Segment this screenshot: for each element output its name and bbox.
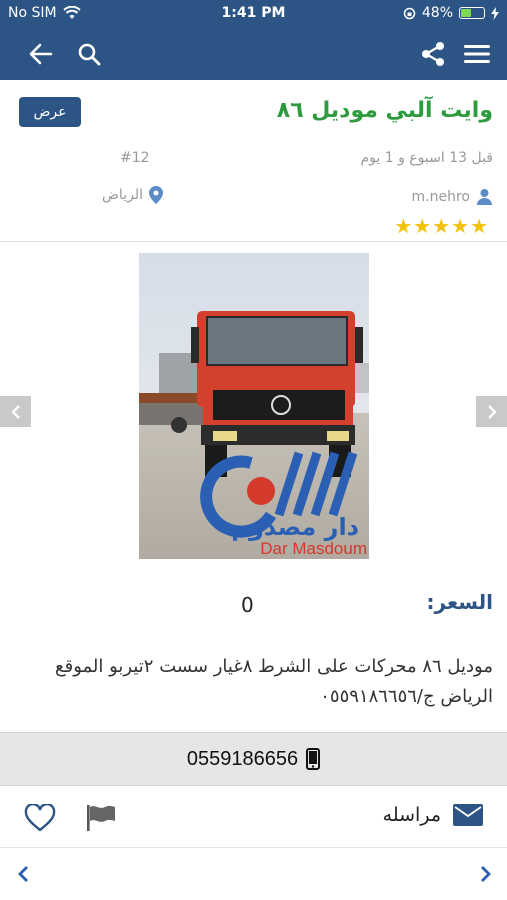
watermark-latin-text: Dar Masdoum <box>260 539 367 558</box>
posted-time: قبل 13 اسبوع و 1 يوم <box>360 150 493 166</box>
gallery-prev-button[interactable] <box>0 396 31 427</box>
watermark-brand-text: دار مصدوم <box>231 513 359 541</box>
offer-badge: عرض <box>19 97 81 127</box>
username: m.nehro <box>411 188 470 205</box>
chevron-right-icon <box>487 404 497 419</box>
message-label: مراسله <box>382 804 441 826</box>
description-line: الرياض ج/٠٥٥٩١٨٦٦٥٦ <box>320 686 493 707</box>
orientation-lock-icon <box>403 7 416 19</box>
location-pin-icon <box>148 186 163 204</box>
nav-bar <box>0 28 507 80</box>
description-line: موديل ٨٦ محركات على الشرط ٨غيار سست ٢تير… <box>55 656 493 677</box>
location-label: الرياض <box>102 187 143 203</box>
previous-listing-button[interactable] <box>10 860 36 888</box>
chevron-left-icon <box>10 404 20 419</box>
phone-number: 0559186656 <box>186 747 299 770</box>
back-button[interactable] <box>23 36 59 72</box>
user-icon <box>477 189 492 205</box>
listing-description: موديل ٨٦ محركات على الشرط ٨غيار سست ٢تير… <box>33 652 493 712</box>
charging-bolt-icon <box>491 6 499 20</box>
menu-button[interactable] <box>459 36 495 72</box>
favorite-button[interactable] <box>24 802 58 834</box>
arrow-left-icon <box>29 43 53 65</box>
mobile-phone-icon <box>306 748 321 770</box>
call-button[interactable]: 0559186656 <box>0 732 507 786</box>
heart-icon <box>24 802 56 832</box>
battery-percent: 48% <box>421 5 453 21</box>
battery-icon <box>459 7 485 19</box>
gallery-next-button[interactable] <box>476 396 507 427</box>
status-right: 48% <box>403 5 499 21</box>
price-value: 0 <box>241 593 254 617</box>
next-listing-button[interactable] <box>473 860 499 888</box>
listing-photo[interactable]: دار مصدوم Dar Masdoum <box>139 253 369 559</box>
status-bar: No SIM 1:41 PM 48% <box>0 0 507 28</box>
flag-icon <box>87 805 115 831</box>
listing-title: وايت آلبي موديل ٨٦ <box>276 98 493 123</box>
envelope-icon <box>453 804 483 826</box>
listing-pager <box>0 848 507 900</box>
share-icon <box>422 42 444 66</box>
listing-header: وايت آلبي موديل ٨٦ عرض قبل 13 اسبوع و 1 … <box>0 80 507 242</box>
search-icon <box>78 43 101 66</box>
report-button[interactable] <box>85 804 119 834</box>
chevron-left-icon <box>18 866 28 882</box>
location-info: الرياض <box>102 186 163 204</box>
message-button[interactable]: مراسله <box>383 804 483 826</box>
share-button[interactable] <box>415 36 451 72</box>
hamburger-menu-icon <box>464 45 490 63</box>
listing-id: #12 <box>120 150 150 166</box>
price-label: السعر: <box>426 590 493 614</box>
truck-photo: دار مصدوم Dar Masdoum <box>139 253 369 559</box>
chevron-right-icon <box>481 866 491 882</box>
search-button[interactable] <box>71 36 107 72</box>
action-bar: مراسله <box>0 786 507 848</box>
rating-stars: ★★★★★ <box>394 214 489 238</box>
user-info[interactable]: m.nehro <box>412 188 493 205</box>
